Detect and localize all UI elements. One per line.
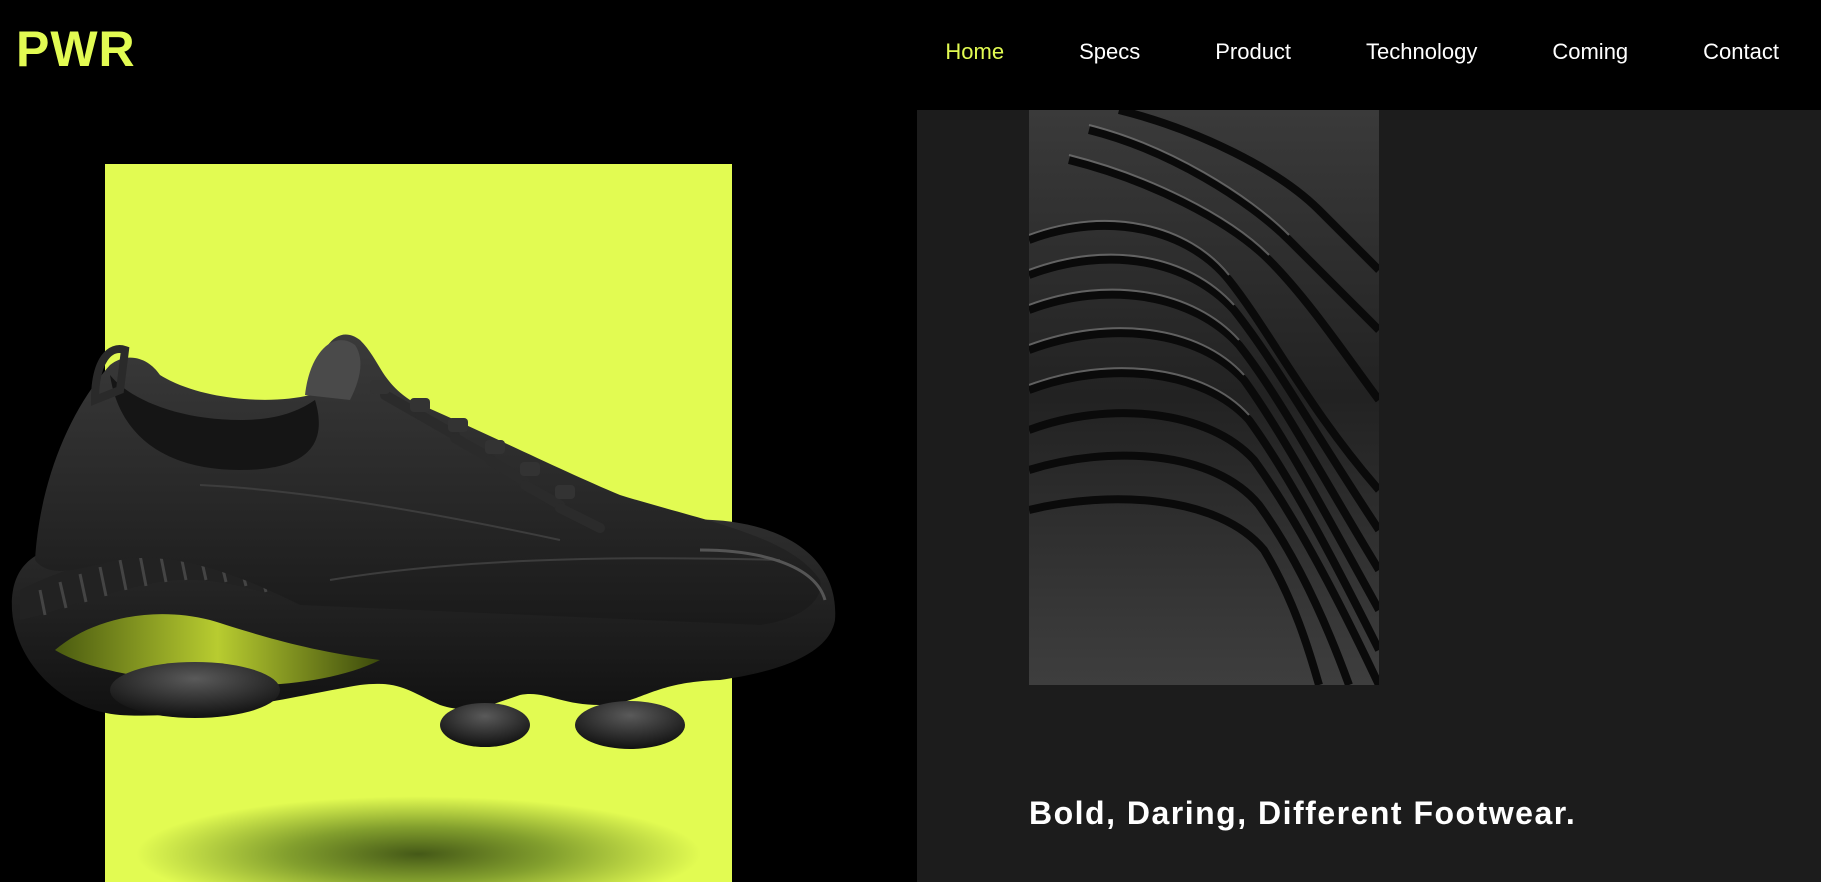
ribbed-texture-image	[1029, 110, 1379, 685]
main-nav: Home Specs Product Technology Coming Con…	[945, 38, 1779, 66]
nav-technology-link[interactable]: Technology	[1366, 38, 1477, 66]
nav-contact-link[interactable]: Contact	[1703, 38, 1779, 66]
sneaker-image	[11, 334, 836, 749]
hero-tagline: Bold, Daring, Different Footwear.	[1029, 795, 1577, 831]
nav-product-link[interactable]: Product	[1215, 38, 1291, 66]
brand-logo[interactable]: PWR	[16, 24, 136, 74]
nav-coming-link[interactable]: Coming	[1552, 38, 1628, 66]
nav-home-link[interactable]: Home	[945, 38, 1004, 66]
site-header: PWR Home Specs Product Technology Coming…	[0, 0, 1821, 110]
nav-specs-link[interactable]: Specs	[1079, 38, 1140, 66]
landing-page: PWR Home Specs Product Technology Coming…	[0, 0, 1821, 882]
